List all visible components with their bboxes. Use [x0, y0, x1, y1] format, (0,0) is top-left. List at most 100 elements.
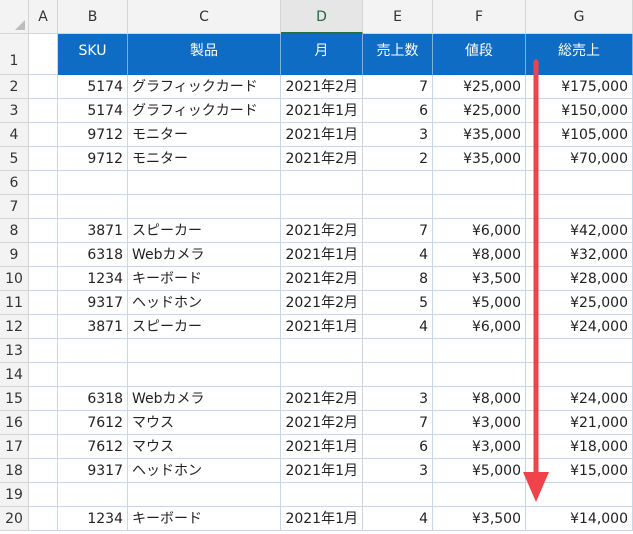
row-header-20[interactable]: 20: [0, 507, 29, 531]
cell-total[interactable]: ¥105,000: [526, 123, 633, 147]
cell-total[interactable]: ¥24,000: [526, 387, 633, 411]
cell-month[interactable]: [281, 363, 363, 387]
cell-product[interactable]: Webカメラ: [128, 387, 281, 411]
cell-total[interactable]: ¥42,000: [526, 219, 633, 243]
row-header-2[interactable]: 2: [0, 75, 29, 99]
cell-a16[interactable]: [29, 411, 58, 435]
cell-sku[interactable]: 9317: [58, 291, 128, 315]
cell-price[interactable]: ¥35,000: [433, 123, 526, 147]
cell-qty[interactable]: 6: [363, 435, 433, 459]
cell-month[interactable]: 2021年1月: [281, 123, 363, 147]
cell-total[interactable]: ¥32,000: [526, 243, 633, 267]
cell-a12[interactable]: [29, 315, 58, 339]
cell-sku[interactable]: 7612: [58, 411, 128, 435]
cell-price[interactable]: ¥35,000: [433, 147, 526, 171]
cell-month[interactable]: 2021年1月: [281, 243, 363, 267]
cell-qty[interactable]: 6: [363, 99, 433, 123]
row-header-19[interactable]: 19: [0, 483, 29, 507]
cell-sku[interactable]: 1234: [58, 267, 128, 291]
cell-sku[interactable]: 1234: [58, 507, 128, 531]
column-header-a[interactable]: A: [29, 0, 58, 34]
cell-price[interactable]: [433, 363, 526, 387]
cell-month[interactable]: [281, 483, 363, 507]
cell-a6[interactable]: [29, 171, 58, 195]
cell-qty[interactable]: 4: [363, 315, 433, 339]
cell-sku[interactable]: [58, 195, 128, 219]
row-header-8[interactable]: 8: [0, 219, 29, 243]
cell-a19[interactable]: [29, 483, 58, 507]
cell-total[interactable]: ¥70,000: [526, 147, 633, 171]
cell-month[interactable]: 2021年1月: [281, 435, 363, 459]
cell-total[interactable]: ¥25,000: [526, 291, 633, 315]
cell-price[interactable]: ¥3,500: [433, 267, 526, 291]
cell-price[interactable]: ¥6,000: [433, 315, 526, 339]
cell-total[interactable]: [526, 195, 633, 219]
cell-price[interactable]: [433, 483, 526, 507]
column-header-e[interactable]: E: [363, 0, 433, 34]
table-header-total[interactable]: 総売上: [526, 34, 633, 75]
cell-qty[interactable]: [363, 195, 433, 219]
cell-price[interactable]: [433, 195, 526, 219]
cell-product[interactable]: スピーカー: [128, 219, 281, 243]
cell-a17[interactable]: [29, 435, 58, 459]
cell-sku[interactable]: [58, 339, 128, 363]
row-header-11[interactable]: 11: [0, 291, 29, 315]
cell-sku[interactable]: 6318: [58, 243, 128, 267]
cell-a9[interactable]: [29, 243, 58, 267]
cell-month[interactable]: [281, 171, 363, 195]
cell-a10[interactable]: [29, 267, 58, 291]
cell-product[interactable]: グラフィックカード: [128, 99, 281, 123]
cell-total[interactable]: [526, 363, 633, 387]
cell-price[interactable]: ¥8,000: [433, 243, 526, 267]
row-header-10[interactable]: 10: [0, 267, 29, 291]
cell-qty[interactable]: 3: [363, 387, 433, 411]
cell-total[interactable]: ¥150,000: [526, 99, 633, 123]
cell-total[interactable]: ¥18,000: [526, 435, 633, 459]
cell-product[interactable]: マウス: [128, 411, 281, 435]
cell-total[interactable]: [526, 483, 633, 507]
cell-a7[interactable]: [29, 195, 58, 219]
cell-total[interactable]: ¥28,000: [526, 267, 633, 291]
cell-qty[interactable]: 5: [363, 291, 433, 315]
cell-month[interactable]: 2021年2月: [281, 411, 363, 435]
cell-a11[interactable]: [29, 291, 58, 315]
column-header-g[interactable]: G: [526, 0, 633, 34]
cell-sku[interactable]: 9317: [58, 459, 128, 483]
cell-month[interactable]: 2021年2月: [281, 75, 363, 99]
row-header-1[interactable]: 1: [0, 34, 29, 75]
cell-product[interactable]: スピーカー: [128, 315, 281, 339]
cell-sku[interactable]: 3871: [58, 219, 128, 243]
cell-product[interactable]: [128, 339, 281, 363]
cell-product[interactable]: [128, 195, 281, 219]
cell-sku[interactable]: 9712: [58, 123, 128, 147]
cell-product[interactable]: モニター: [128, 147, 281, 171]
table-header-sku[interactable]: SKU: [58, 34, 128, 75]
row-header-15[interactable]: 15: [0, 387, 29, 411]
column-header-d[interactable]: D: [281, 0, 363, 34]
cell-product[interactable]: [128, 363, 281, 387]
cell-qty[interactable]: [363, 339, 433, 363]
cell-month[interactable]: 2021年2月: [281, 267, 363, 291]
cell-product[interactable]: [128, 171, 281, 195]
cell-qty[interactable]: 7: [363, 219, 433, 243]
row-header-6[interactable]: 6: [0, 171, 29, 195]
cell-price[interactable]: ¥25,000: [433, 99, 526, 123]
cell-month[interactable]: 2021年2月: [281, 291, 363, 315]
cell-month[interactable]: [281, 195, 363, 219]
cell-a4[interactable]: [29, 123, 58, 147]
cell-product[interactable]: [128, 483, 281, 507]
cell-total[interactable]: ¥14,000: [526, 507, 633, 531]
row-header-7[interactable]: 7: [0, 195, 29, 219]
table-header-qty[interactable]: 売上数: [363, 34, 433, 75]
cell-qty[interactable]: 2: [363, 147, 433, 171]
cell-price[interactable]: ¥3,000: [433, 411, 526, 435]
cell-sku[interactable]: 3871: [58, 315, 128, 339]
cell-product[interactable]: キーボード: [128, 267, 281, 291]
cell-sku[interactable]: 7612: [58, 435, 128, 459]
row-header-17[interactable]: 17: [0, 435, 29, 459]
column-header-c[interactable]: C: [128, 0, 281, 34]
cell-product[interactable]: グラフィックカード: [128, 75, 281, 99]
cell-month[interactable]: 2021年1月: [281, 99, 363, 123]
cell-product[interactable]: キーボード: [128, 507, 281, 531]
cell-price[interactable]: ¥3,000: [433, 435, 526, 459]
